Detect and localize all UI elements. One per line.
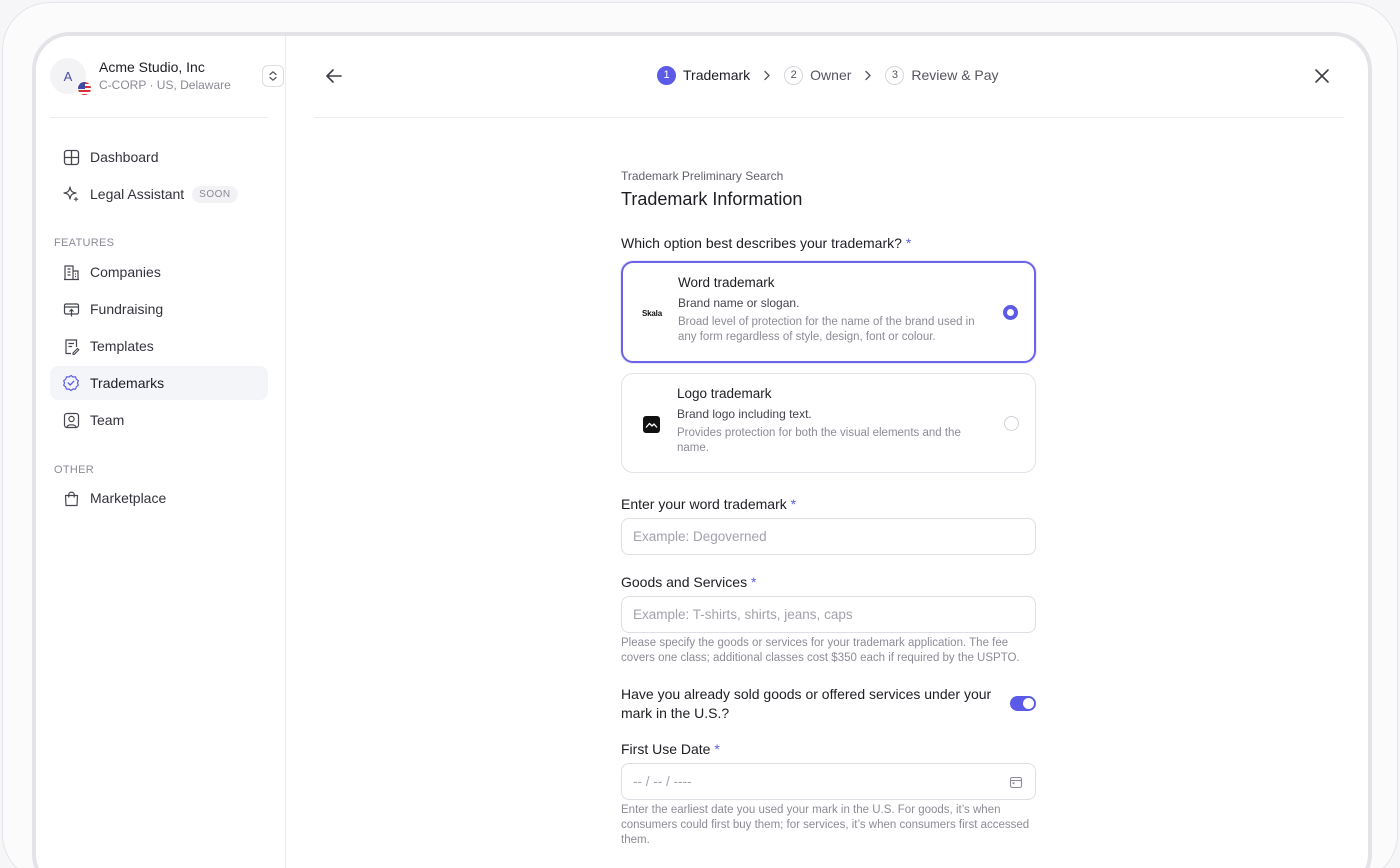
step-trademark[interactable]: 1 Trademark xyxy=(657,65,751,85)
sidebar-item-label: Team xyxy=(90,412,125,428)
org-switcher[interactable]: A Acme Studio, Inc C-CORP · US, Delaware xyxy=(50,54,284,98)
sidebar-item-label: Trademarks xyxy=(90,375,165,391)
org-initial: A xyxy=(63,68,73,84)
option-subtitle: Brand name or slogan. xyxy=(678,296,800,310)
main-content: 1 Trademark 2 Owner 3 Review & Pay Trade… xyxy=(286,36,1368,868)
sidebar-item-fundraising[interactable]: Fundraising xyxy=(50,292,268,326)
word-logo-preview: Skala xyxy=(641,303,663,323)
sidebar: A Acme Studio, Inc C-CORP · US, Delaware… xyxy=(36,36,286,868)
sidebar-item-templates[interactable]: Templates xyxy=(50,329,268,363)
chevron-up-down-icon xyxy=(269,71,277,81)
dashboard-icon xyxy=(62,148,80,166)
step-number: 1 xyxy=(657,65,676,85)
section-label-features: FEATURES xyxy=(54,237,115,249)
team-icon xyxy=(62,411,80,429)
radio-button[interactable] xyxy=(1003,305,1018,320)
word-trademark-input[interactable] xyxy=(621,518,1036,555)
sidebar-item-marketplace[interactable]: Marketplace xyxy=(50,481,268,515)
first-use-date-help: Enter the earliest date you used your ma… xyxy=(621,804,1030,846)
stepper: 1 Trademark 2 Owner 3 Review & Pay xyxy=(657,64,999,86)
sold-question: Have you already sold goods or offered s… xyxy=(621,686,992,721)
sidebar-item-label: Fundraising xyxy=(90,301,164,317)
option-title: Logo trademark xyxy=(677,386,772,401)
chevron-right-icon xyxy=(864,70,872,81)
back-button[interactable] xyxy=(322,64,346,88)
sidebar-item-dashboard[interactable]: Dashboard xyxy=(50,140,268,174)
step-label: Trademark xyxy=(683,67,751,83)
step-label: Owner xyxy=(810,67,852,83)
first-use-date-input[interactable]: -- / -- / ---- xyxy=(621,763,1036,800)
trademark-icon xyxy=(62,374,80,392)
option-description: Provides protection for both the visual … xyxy=(677,427,961,454)
step-label: Review & Pay xyxy=(911,67,999,83)
page-title: Trademark Information xyxy=(621,189,803,209)
goods-services-help: Please specify the goods or services for… xyxy=(621,637,1020,664)
org-switch-button[interactable] xyxy=(262,65,284,87)
option-title: Word trademark xyxy=(678,275,775,290)
calendar-icon[interactable] xyxy=(1009,775,1023,789)
sidebar-item-label: Companies xyxy=(90,264,161,280)
fundraising-icon xyxy=(62,300,80,318)
radio-button[interactable] xyxy=(1004,416,1019,431)
field-label-text: Goods and Services xyxy=(621,574,748,590)
required-marker: * xyxy=(714,741,720,757)
sidebar-item-label: Marketplace xyxy=(90,490,167,506)
template-icon xyxy=(62,337,80,355)
sidebar-item-trademarks[interactable]: Trademarks xyxy=(50,366,268,400)
trademark-type-label: Which option best describes your tradema… xyxy=(621,235,911,251)
goods-services-label: Goods and Services * xyxy=(621,574,756,590)
option-subtitle: Brand logo including text. xyxy=(677,407,812,421)
us-flag-icon xyxy=(77,81,92,96)
sidebar-item-legal-assistant[interactable]: Legal Assistant SOON xyxy=(50,177,268,211)
field-label-text: First Use Date xyxy=(621,741,711,757)
building-icon xyxy=(62,263,80,281)
option-description: Broad level of protection for the name o… xyxy=(678,316,975,343)
app-window: A Acme Studio, Inc C-CORP · US, Delaware… xyxy=(32,32,1372,868)
sparkle-icon xyxy=(62,185,80,203)
sidebar-item-companies[interactable]: Companies xyxy=(50,255,268,289)
image-icon xyxy=(640,414,662,434)
question-text: Which option best describes your tradema… xyxy=(621,235,902,251)
sidebar-item-label: Templates xyxy=(90,338,154,354)
step-owner[interactable]: 2 Owner xyxy=(784,65,852,85)
form-eyebrow: Trademark Preliminary Search xyxy=(621,169,784,183)
avatar: A xyxy=(50,58,92,96)
required-marker: * xyxy=(905,235,912,251)
sold-toggle[interactable] xyxy=(1010,696,1036,711)
close-icon xyxy=(1315,69,1329,83)
chevron-right-icon xyxy=(763,70,771,81)
logo-text: Skala xyxy=(642,308,662,318)
close-button[interactable] xyxy=(1310,64,1334,88)
arrow-left-icon xyxy=(326,69,342,83)
first-use-date-label: First Use Date * xyxy=(621,741,720,757)
bag-icon xyxy=(62,489,80,507)
org-name: Acme Studio, Inc xyxy=(99,58,205,75)
step-review-pay[interactable]: 3 Review & Pay xyxy=(885,65,999,85)
trademark-form: Trademark Preliminary Search Trademark I… xyxy=(621,169,1037,846)
sidebar-divider xyxy=(50,117,268,118)
required-marker: * xyxy=(750,574,757,590)
org-subtitle: C-CORP · US, Delaware xyxy=(99,78,231,93)
soon-badge: SOON xyxy=(192,185,238,203)
option-word-trademark[interactable]: Skala Word trademark Brand name or sloga… xyxy=(621,261,1036,363)
word-trademark-label: Enter your word trademark * xyxy=(621,496,796,512)
goods-services-input[interactable] xyxy=(621,596,1036,633)
field-label-text: Enter your word trademark xyxy=(621,496,787,512)
sidebar-item-label: Legal Assistant xyxy=(90,186,185,202)
wizard-header: 1 Trademark 2 Owner 3 Review & Pay xyxy=(314,36,1344,118)
option-logo-trademark[interactable]: Logo trademark Brand logo including text… xyxy=(621,373,1036,473)
date-placeholder: -- / -- / ---- xyxy=(633,774,692,789)
step-number: 2 xyxy=(784,65,804,85)
required-marker: * xyxy=(790,496,797,512)
sidebar-item-team[interactable]: Team xyxy=(50,403,268,437)
sidebar-item-label: Dashboard xyxy=(90,149,159,165)
section-label-other: OTHER xyxy=(54,464,94,476)
step-number: 3 xyxy=(885,65,905,85)
